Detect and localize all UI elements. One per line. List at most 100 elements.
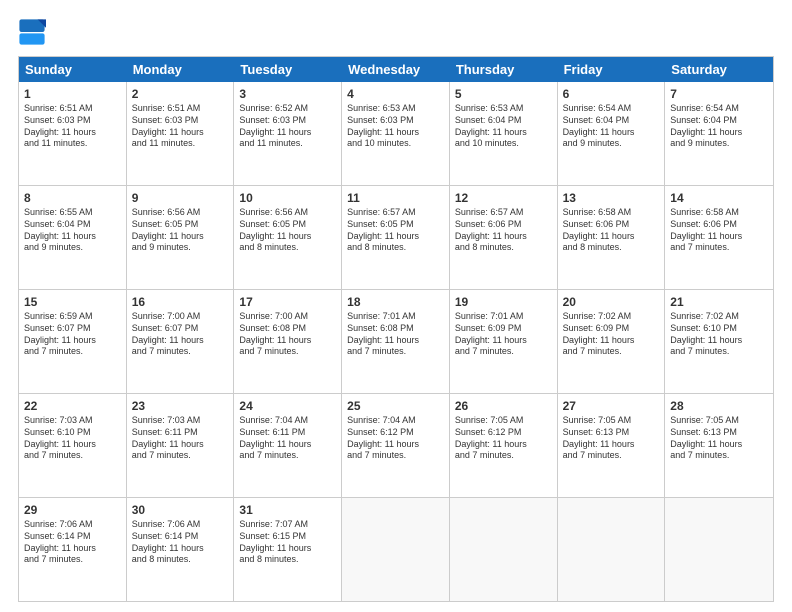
day-number: 12 [455,190,552,206]
calendar-cell: 18Sunrise: 7:01 AM Sunset: 6:08 PM Dayli… [342,290,450,393]
day-number: 27 [563,398,660,414]
calendar-cell [450,498,558,601]
day-info: Sunrise: 6:52 AM Sunset: 6:03 PM Dayligh… [239,103,336,150]
header-day-sunday: Sunday [19,57,127,82]
day-number: 25 [347,398,444,414]
day-info: Sunrise: 7:05 AM Sunset: 6:13 PM Dayligh… [670,415,768,462]
day-info: Sunrise: 7:06 AM Sunset: 6:14 PM Dayligh… [132,519,229,566]
day-info: Sunrise: 7:00 AM Sunset: 6:08 PM Dayligh… [239,311,336,358]
day-number: 23 [132,398,229,414]
header-day-wednesday: Wednesday [342,57,450,82]
header-day-tuesday: Tuesday [234,57,342,82]
calendar-cell: 25Sunrise: 7:04 AM Sunset: 6:12 PM Dayli… [342,394,450,497]
day-number: 14 [670,190,768,206]
day-info: Sunrise: 7:03 AM Sunset: 6:11 PM Dayligh… [132,415,229,462]
calendar-row-3: 15Sunrise: 6:59 AM Sunset: 6:07 PM Dayli… [19,290,773,394]
calendar-cell: 26Sunrise: 7:05 AM Sunset: 6:12 PM Dayli… [450,394,558,497]
day-info: Sunrise: 7:02 AM Sunset: 6:09 PM Dayligh… [563,311,660,358]
calendar-cell: 13Sunrise: 6:58 AM Sunset: 6:06 PM Dayli… [558,186,666,289]
day-info: Sunrise: 6:57 AM Sunset: 6:05 PM Dayligh… [347,207,444,254]
day-info: Sunrise: 7:04 AM Sunset: 6:12 PM Dayligh… [347,415,444,462]
day-number: 2 [132,86,229,102]
calendar-cell [342,498,450,601]
day-number: 22 [24,398,121,414]
logo [18,18,50,46]
calendar-cell: 19Sunrise: 7:01 AM Sunset: 6:09 PM Dayli… [450,290,558,393]
day-info: Sunrise: 6:54 AM Sunset: 6:04 PM Dayligh… [670,103,768,150]
day-info: Sunrise: 7:07 AM Sunset: 6:15 PM Dayligh… [239,519,336,566]
day-info: Sunrise: 6:59 AM Sunset: 6:07 PM Dayligh… [24,311,121,358]
day-info: Sunrise: 6:58 AM Sunset: 6:06 PM Dayligh… [563,207,660,254]
calendar-cell: 8Sunrise: 6:55 AM Sunset: 6:04 PM Daylig… [19,186,127,289]
calendar-row-4: 22Sunrise: 7:03 AM Sunset: 6:10 PM Dayli… [19,394,773,498]
day-info: Sunrise: 6:51 AM Sunset: 6:03 PM Dayligh… [132,103,229,150]
calendar-cell: 27Sunrise: 7:05 AM Sunset: 6:13 PM Dayli… [558,394,666,497]
calendar-cell: 12Sunrise: 6:57 AM Sunset: 6:06 PM Dayli… [450,186,558,289]
calendar-cell [665,498,773,601]
calendar-cell: 31Sunrise: 7:07 AM Sunset: 6:15 PM Dayli… [234,498,342,601]
day-info: Sunrise: 7:02 AM Sunset: 6:10 PM Dayligh… [670,311,768,358]
calendar-cell: 23Sunrise: 7:03 AM Sunset: 6:11 PM Dayli… [127,394,235,497]
day-number: 5 [455,86,552,102]
day-info: Sunrise: 7:05 AM Sunset: 6:13 PM Dayligh… [563,415,660,462]
day-number: 28 [670,398,768,414]
day-number: 15 [24,294,121,310]
day-info: Sunrise: 7:06 AM Sunset: 6:14 PM Dayligh… [24,519,121,566]
calendar-cell: 20Sunrise: 7:02 AM Sunset: 6:09 PM Dayli… [558,290,666,393]
calendar-cell: 1Sunrise: 6:51 AM Sunset: 6:03 PM Daylig… [19,82,127,185]
calendar-body: 1Sunrise: 6:51 AM Sunset: 6:03 PM Daylig… [19,82,773,601]
day-info: Sunrise: 6:55 AM Sunset: 6:04 PM Dayligh… [24,207,121,254]
day-number: 17 [239,294,336,310]
header-day-monday: Monday [127,57,235,82]
day-number: 30 [132,502,229,518]
calendar-cell: 6Sunrise: 6:54 AM Sunset: 6:04 PM Daylig… [558,82,666,185]
calendar-header: SundayMondayTuesdayWednesdayThursdayFrid… [19,57,773,82]
day-number: 18 [347,294,444,310]
day-info: Sunrise: 7:05 AM Sunset: 6:12 PM Dayligh… [455,415,552,462]
header-day-friday: Friday [558,57,666,82]
calendar-cell: 30Sunrise: 7:06 AM Sunset: 6:14 PM Dayli… [127,498,235,601]
calendar-cell: 21Sunrise: 7:02 AM Sunset: 6:10 PM Dayli… [665,290,773,393]
calendar-cell: 28Sunrise: 7:05 AM Sunset: 6:13 PM Dayli… [665,394,773,497]
calendar-cell: 2Sunrise: 6:51 AM Sunset: 6:03 PM Daylig… [127,82,235,185]
header-day-saturday: Saturday [665,57,773,82]
day-info: Sunrise: 6:53 AM Sunset: 6:03 PM Dayligh… [347,103,444,150]
day-number: 13 [563,190,660,206]
day-number: 3 [239,86,336,102]
day-info: Sunrise: 6:51 AM Sunset: 6:03 PM Dayligh… [24,103,121,150]
day-number: 19 [455,294,552,310]
logo-icon [18,18,46,46]
day-number: 11 [347,190,444,206]
calendar-cell: 11Sunrise: 6:57 AM Sunset: 6:05 PM Dayli… [342,186,450,289]
calendar-cell: 29Sunrise: 7:06 AM Sunset: 6:14 PM Dayli… [19,498,127,601]
header-day-thursday: Thursday [450,57,558,82]
page: SundayMondayTuesdayWednesdayThursdayFrid… [0,0,792,612]
day-number: 20 [563,294,660,310]
day-info: Sunrise: 6:56 AM Sunset: 6:05 PM Dayligh… [239,207,336,254]
day-info: Sunrise: 6:54 AM Sunset: 6:04 PM Dayligh… [563,103,660,150]
day-number: 16 [132,294,229,310]
day-info: Sunrise: 7:03 AM Sunset: 6:10 PM Dayligh… [24,415,121,462]
day-number: 6 [563,86,660,102]
day-number: 31 [239,502,336,518]
calendar-cell: 10Sunrise: 6:56 AM Sunset: 6:05 PM Dayli… [234,186,342,289]
calendar-cell: 24Sunrise: 7:04 AM Sunset: 6:11 PM Dayli… [234,394,342,497]
day-info: Sunrise: 6:56 AM Sunset: 6:05 PM Dayligh… [132,207,229,254]
calendar-cell: 16Sunrise: 7:00 AM Sunset: 6:07 PM Dayli… [127,290,235,393]
calendar-cell [558,498,666,601]
calendar-cell: 22Sunrise: 7:03 AM Sunset: 6:10 PM Dayli… [19,394,127,497]
day-number: 9 [132,190,229,206]
day-info: Sunrise: 6:57 AM Sunset: 6:06 PM Dayligh… [455,207,552,254]
calendar-row-1: 1Sunrise: 6:51 AM Sunset: 6:03 PM Daylig… [19,82,773,186]
day-number: 4 [347,86,444,102]
calendar-cell: 9Sunrise: 6:56 AM Sunset: 6:05 PM Daylig… [127,186,235,289]
day-info: Sunrise: 7:00 AM Sunset: 6:07 PM Dayligh… [132,311,229,358]
calendar-cell: 3Sunrise: 6:52 AM Sunset: 6:03 PM Daylig… [234,82,342,185]
day-info: Sunrise: 7:04 AM Sunset: 6:11 PM Dayligh… [239,415,336,462]
day-info: Sunrise: 6:53 AM Sunset: 6:04 PM Dayligh… [455,103,552,150]
calendar-cell: 4Sunrise: 6:53 AM Sunset: 6:03 PM Daylig… [342,82,450,185]
day-number: 24 [239,398,336,414]
day-info: Sunrise: 6:58 AM Sunset: 6:06 PM Dayligh… [670,207,768,254]
day-info: Sunrise: 7:01 AM Sunset: 6:09 PM Dayligh… [455,311,552,358]
day-number: 7 [670,86,768,102]
